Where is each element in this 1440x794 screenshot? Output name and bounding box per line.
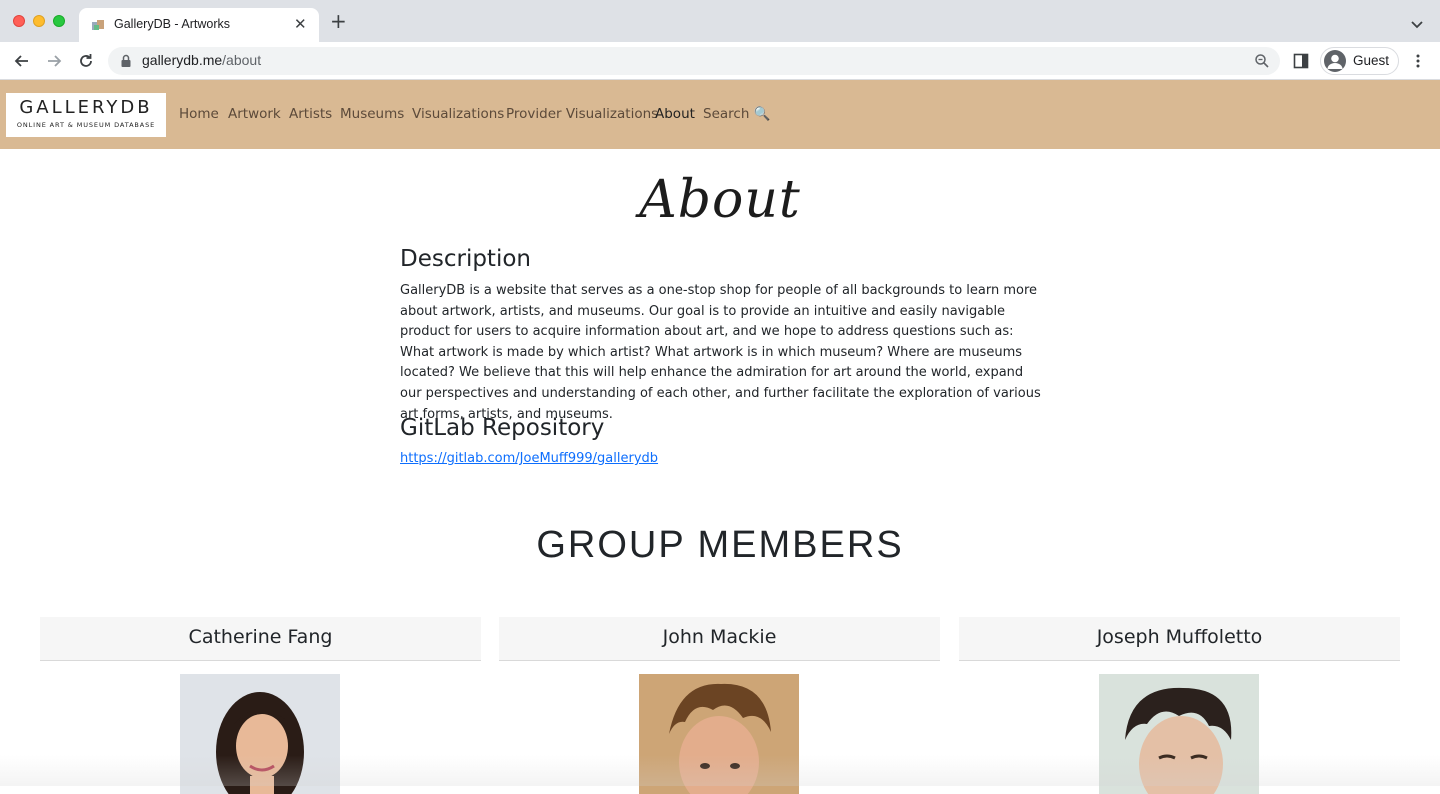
profile-label: Guest xyxy=(1353,53,1390,68)
nav-artwork[interactable]: Artwork xyxy=(228,106,281,122)
chevron-down-icon[interactable] xyxy=(1409,16,1425,32)
url-text[interactable]: gallerydb.me/about xyxy=(142,52,261,68)
site-navbar: GALLERYDB ONLINE ART & MUSEUM DATABASE H… xyxy=(0,80,1440,149)
maximize-window-button[interactable] xyxy=(53,15,65,27)
description-text: GalleryDB is a website that serves as a … xyxy=(400,283,1041,422)
new-tab-button[interactable]: + xyxy=(330,11,347,31)
tab-title: GalleryDB - Artworks xyxy=(114,17,230,31)
url-host: gallerydb.me xyxy=(142,52,223,68)
viewport-bottom-shadow xyxy=(0,755,1440,786)
browser-chrome: GalleryDB - Artworks ✕ + gallerydb.me/ab… xyxy=(0,0,1440,80)
member-name: Joseph Muffoletto xyxy=(959,617,1400,661)
browser-tab-active[interactable]: GalleryDB - Artworks ✕ xyxy=(79,8,319,42)
url-path: /about xyxy=(222,52,262,68)
nav-home[interactable]: Home xyxy=(179,106,219,122)
nav-search[interactable]: Search 🔍 xyxy=(703,106,770,122)
forward-arrow-icon[interactable] xyxy=(44,51,64,71)
description-heading: Description xyxy=(400,246,531,272)
close-tab-icon[interactable]: ✕ xyxy=(294,15,307,33)
profile-button[interactable]: Guest xyxy=(1320,47,1399,75)
nav-museums[interactable]: Museums xyxy=(340,106,404,122)
close-window-button[interactable] xyxy=(13,15,25,27)
nav-about[interactable]: About xyxy=(655,106,695,122)
more-menu-icon[interactable] xyxy=(1412,53,1424,69)
member-name: John Mackie xyxy=(499,617,940,661)
logo-subtitle: ONLINE ART & MUSEUM DATABASE xyxy=(16,121,156,129)
gitlab-repo-link[interactable]: https://gitlab.com/JoeMuff999/gallerydb xyxy=(400,451,1045,466)
lock-icon[interactable] xyxy=(120,54,132,68)
back-arrow-icon[interactable] xyxy=(12,51,32,71)
nav-artists[interactable]: Artists xyxy=(289,106,332,122)
favicon-icon xyxy=(92,20,104,30)
tab-strip: GalleryDB - Artworks ✕ + xyxy=(0,0,1440,42)
browser-toolbar: gallerydb.me/about Guest xyxy=(0,42,1440,80)
reload-icon[interactable] xyxy=(76,51,96,71)
member-name: Catherine Fang xyxy=(40,617,481,661)
gitlab-heading: GitLab Repository xyxy=(400,415,605,441)
page-title: About xyxy=(639,170,801,230)
address-bar[interactable]: gallerydb.me/about xyxy=(108,47,1280,75)
minimize-window-button[interactable] xyxy=(33,15,45,27)
side-panel-icon[interactable] xyxy=(1293,53,1309,69)
group-members-heading: GROUP MEMBERS xyxy=(536,524,904,566)
zoom-icon[interactable] xyxy=(1254,53,1270,69)
site-logo[interactable]: GALLERYDB ONLINE ART & MUSEUM DATABASE xyxy=(6,93,166,137)
avatar-icon xyxy=(1324,50,1346,72)
logo-title: GALLERYDB xyxy=(19,97,153,118)
nav-provider-visualizations[interactable]: Provider Visualizations xyxy=(506,106,658,122)
nav-visualizations[interactable]: Visualizations xyxy=(412,106,504,122)
